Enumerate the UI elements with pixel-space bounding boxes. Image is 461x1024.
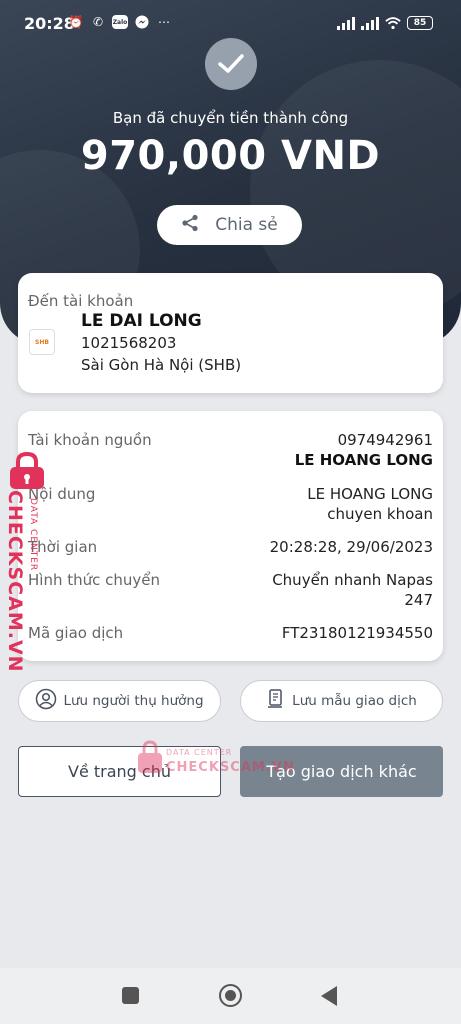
transaction-details-card: Tài khoản nguồn 0974942961 LE HOANG LONG… <box>18 411 443 661</box>
zalo-icon: Zalo <box>112 15 128 29</box>
recipient-card: Đến tài khoản SHB LE DAI LONG 1021568203… <box>18 273 443 393</box>
recipient-name: LE DAI LONG <box>81 311 202 331</box>
share-button[interactable]: Chia sẻ <box>157 205 302 245</box>
alarm-icon: ⏰ <box>68 15 84 29</box>
share-label: Chia sẻ <box>215 215 278 235</box>
watermark-text: CHECKSCAM.VN <box>166 760 295 775</box>
save-template-label: Lưu mẫu giao dịch <box>292 693 417 709</box>
phone-icon: ✆ <box>92 15 104 29</box>
recipient-bank: Sài Gòn Hà Nội (SHB) <box>81 356 242 374</box>
detail-value: LE HOANG LONG <box>294 451 433 469</box>
detail-value: chuyen khoan <box>327 505 433 523</box>
detail-value: 0974942961 <box>337 431 433 449</box>
success-message: Bạn đã chuyển tiền thành công <box>112 109 349 127</box>
success-check-icon <box>205 38 257 90</box>
detail-label: Mã giao dịch <box>28 624 124 642</box>
recipient-account: 1021568203 <box>81 334 177 352</box>
signal-icon <box>337 16 355 30</box>
save-beneficiary-button[interactable]: Lưu người thụ hưởng <box>18 680 221 722</box>
battery-icon: 85 <box>407 16 433 30</box>
watermark-lock-icon <box>138 740 162 773</box>
detail-value: FT23180121934550 <box>281 624 433 642</box>
detail-label: Tài khoản nguồn <box>28 431 152 449</box>
detail-label: Hình thức chuyển <box>28 571 161 589</box>
messenger-icon <box>134 14 150 30</box>
watermark-center: DATA CENTER CHECKSCAM.VN <box>136 740 296 780</box>
recents-icon[interactable] <box>122 987 139 1004</box>
detail-value: LE HOANG LONG <box>307 485 433 503</box>
detail-value: 20:28:28, 29/06/2023 <box>269 538 433 556</box>
more-notifications-icon: ⋯ <box>158 15 170 29</box>
detail-value: Chuyển nhanh Napas <box>272 571 433 589</box>
user-icon <box>35 688 57 714</box>
detail-label: Thời gian <box>28 538 98 556</box>
wifi-icon <box>385 15 401 31</box>
watermark-subtext: DATA CENTER <box>28 498 38 572</box>
share-icon <box>181 214 199 237</box>
document-icon <box>266 688 286 714</box>
save-template-button[interactable]: Lưu mẫu giao dịch <box>240 680 443 722</box>
detail-value: 247 <box>404 591 433 609</box>
home-nav-icon[interactable] <box>219 984 242 1007</box>
recipient-label: Đến tài khoản <box>28 292 134 310</box>
bank-logo: SHB <box>29 329 55 355</box>
watermark-text: CHECKSCAM.VN <box>4 490 26 673</box>
save-beneficiary-label: Lưu người thụ hưởng <box>63 693 204 709</box>
watermark-subtext: DATA CENTER <box>166 748 233 757</box>
back-icon[interactable] <box>321 986 337 1006</box>
transfer-amount: 970,000 VND <box>80 133 381 179</box>
signal-icon <box>361 16 379 30</box>
system-nav-bar <box>0 968 461 1024</box>
